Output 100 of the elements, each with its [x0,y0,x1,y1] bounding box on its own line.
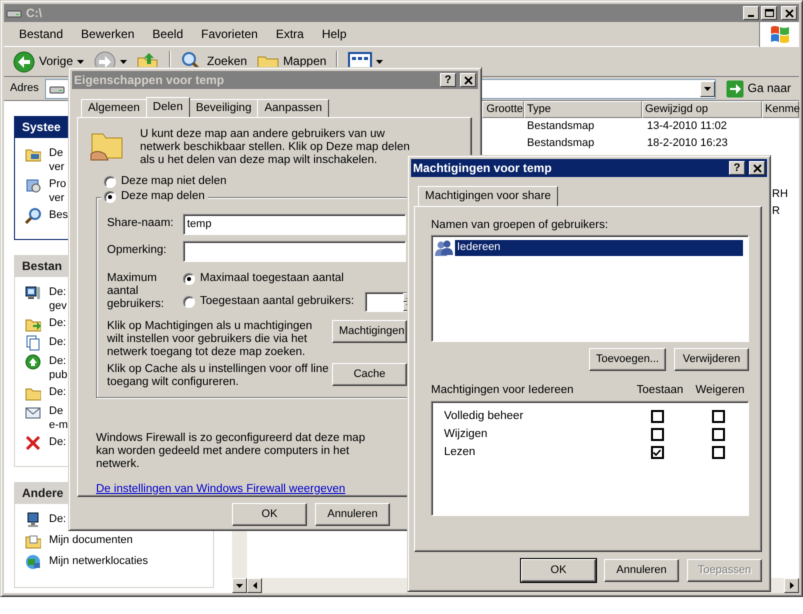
check-icon [653,448,661,456]
column-header[interactable]: Type [524,101,642,118]
search-icon [25,208,41,224]
menu-item[interactable]: Bewerken [74,24,142,44]
checkbox[interactable] [712,428,724,440]
tab[interactable]: Delen [146,97,190,117]
scroll-down-button[interactable] [232,578,247,593]
task-link[interactable]: De: [49,435,66,449]
task-link[interactable]: Bes [49,208,68,222]
task-link[interactable]: De e-m [49,404,68,432]
checkbox[interactable] [650,428,664,440]
column-header[interactable]: Kenme [762,101,799,118]
search-button[interactable]: Zoeken [178,48,250,74]
help-button[interactable]: ? [729,161,745,175]
computer-icon [25,512,41,528]
delete-icon [25,435,41,451]
list-label: Machtigingen voor Iedereen [431,384,575,397]
tab[interactable]: Algemeen [81,99,147,117]
task-link[interactable]: Mijn netwerklocaties [49,554,148,568]
left-arrow-icon [252,582,256,589]
menu-item[interactable]: Favorieten [194,24,265,44]
go-button[interactable]: Ga naar [722,80,795,98]
close-button[interactable] [781,6,797,20]
window-title: Eigenschappen voor temp [74,72,226,88]
network-icon [25,554,41,570]
firewall-text: Windows Firewall is zo geconfigureerd dat deze map kan worden gedeeld met andere computers in het netwerk. [96,432,366,471]
checkbox[interactable] [650,410,664,422]
field-label: Opmerking: [107,244,168,258]
menu-item[interactable]: Beeld [145,24,190,44]
tab[interactable]: Aanpassen [257,99,330,117]
button[interactable]: OK [521,559,596,582]
add-button[interactable]: Toevoegen... [589,348,666,371]
task-link[interactable]: Mijn documenten [49,533,133,547]
task-link[interactable]: De: [49,512,66,526]
list-label: Namen van groepen of gebruikers: [431,219,610,232]
cache-button[interactable]: Cache [332,362,407,386]
caret-icon [376,60,384,64]
task-link[interactable]: Pro ver [49,177,66,205]
task-link[interactable]: De: gev [49,285,67,313]
close-icon [752,164,762,172]
permission-name: Wijzigen [444,428,488,440]
button[interactable]: Annuleren [315,503,390,526]
description-text: U kunt deze map aan andere gebruikers van uw netwerk beschikbaar stellen. Klik op Deze map delen als u het delen van deze map wilt inschakelen. [140,128,410,167]
minimize-button[interactable] [743,6,759,20]
column-label: Toestaan [636,384,684,397]
checkbox[interactable] [712,410,724,422]
flag-icon [768,24,790,44]
help-button[interactable]: ? [440,73,456,87]
radio-button[interactable] [104,190,116,203]
radio-button[interactable] [183,296,195,308]
column-label: Weigeren [694,384,746,397]
button[interactable]: OK [232,503,307,526]
caret-icon [120,60,128,64]
table-cell-text: Bestandsmap [527,120,596,134]
task-link[interactable]: De: [49,385,66,399]
task-link[interactable]: De: [49,335,66,349]
dropdown-button[interactable] [700,80,715,96]
radio-label: Toegestaan aantal gebruikers: [200,294,354,308]
table-cell: RH [772,188,788,202]
close-button[interactable] [749,161,765,175]
radio-button[interactable] [183,272,195,285]
task-link[interactable]: De ver [49,146,64,174]
caret-icon [77,60,84,64]
scroll-left-button[interactable] [247,578,262,593]
radio-button[interactable] [104,176,116,188]
scroll-right-button[interactable] [784,578,799,593]
column-header[interactable]: Grootte [482,101,524,118]
menu-item[interactable]: Bestand [12,24,70,44]
column-header[interactable]: Gewijzigd op [642,101,762,118]
permissions-button[interactable]: Machtigingen [332,320,407,343]
task-link[interactable]: De: [49,316,66,330]
right-arrow-icon [790,582,794,589]
firewall-link[interactable]: De instellingen van Windows Firewall weergeven [96,482,346,496]
tab[interactable]: Machtigingen voor share [418,186,558,206]
field-label: Share-naam: [107,217,174,232]
monitor-icon [25,285,41,301]
radio-label: Deze map niet delen [121,175,226,189]
table-cell: 13-4-2010 11:02 [647,120,727,134]
table-cell: R [772,204,780,218]
close-icon [784,8,794,18]
users-icon [435,240,453,256]
remove-button[interactable]: Verwijderen [674,348,749,371]
maximize-button[interactable] [761,6,777,20]
caret-icon [704,86,711,90]
button[interactable]: Annuleren [604,559,679,582]
checkbox[interactable] [712,446,724,458]
menu-item[interactable]: Help [314,24,354,44]
globe-icon [25,354,41,370]
menu-item[interactable]: Extra [268,24,311,44]
checkbox[interactable] [650,446,664,458]
close-button[interactable] [460,73,476,87]
table-cell-text: Bestandsmap [527,136,596,150]
table-cell: 18-2-2010 16:23 [647,136,728,150]
close-icon [464,76,472,84]
comment-field[interactable] [183,240,406,262]
task-link[interactable]: De: pub [49,354,68,382]
permission-name: Lezen [444,446,476,458]
share-name-field[interactable]: temp [183,214,406,235]
radio-label: Deze map delen [121,190,205,204]
permission-name: Volledig beheer [444,410,524,422]
